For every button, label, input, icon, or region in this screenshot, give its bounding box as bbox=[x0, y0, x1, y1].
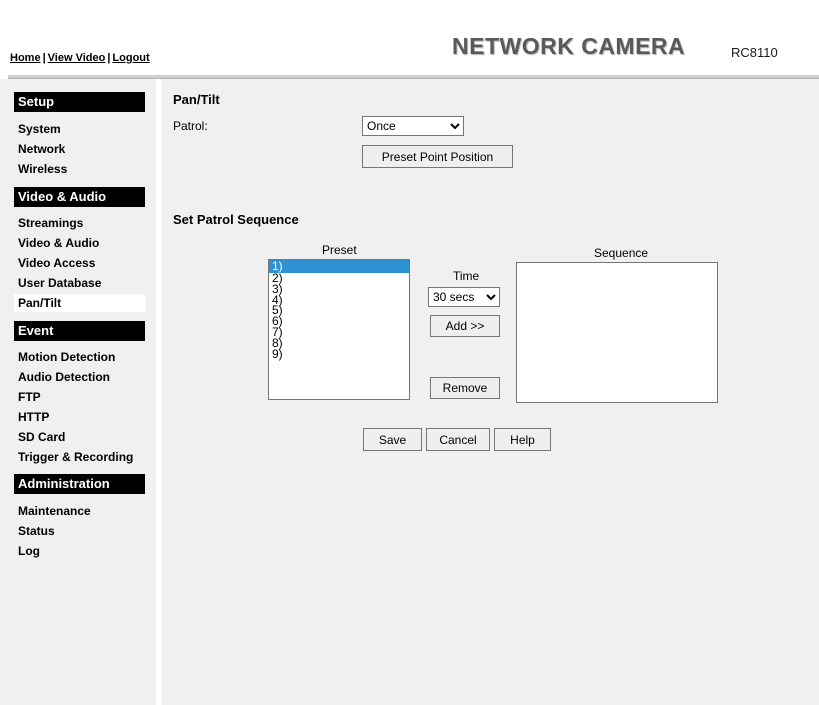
sidebar-item-streamings[interactable]: Streamings bbox=[18, 216, 83, 230]
category-setup: Setup bbox=[14, 92, 145, 112]
sidebar-item-log[interactable]: Log bbox=[18, 544, 40, 558]
page-title: Pan/Tilt bbox=[173, 92, 220, 107]
sidebar-item-network[interactable]: Network bbox=[18, 142, 65, 156]
link-separator: | bbox=[42, 52, 46, 64]
header: Home | View Video | Logout NETWORK CAMERA RC… bbox=[0, 0, 819, 75]
view-video-link[interactable]: View Video bbox=[48, 52, 106, 64]
sidebar-item-maintenance[interactable]: Maintenance bbox=[18, 504, 91, 518]
sidebar-item-system[interactable]: System bbox=[18, 122, 61, 136]
save-button[interactable]: Save bbox=[363, 428, 422, 451]
category-administration: Administration bbox=[14, 474, 145, 494]
preset-option[interactable]: 9) bbox=[269, 348, 409, 360]
add-button[interactable]: Add >> bbox=[430, 315, 500, 337]
time-select[interactable]: 30 secs bbox=[428, 287, 500, 307]
sidebar-item-user-database[interactable]: User Database bbox=[18, 276, 101, 290]
model-name: RC8110 bbox=[731, 45, 778, 60]
sidebar-item-video-access[interactable]: Video Access bbox=[18, 256, 95, 270]
sequence-section-title: Set Patrol Sequence bbox=[173, 212, 299, 227]
preset-listbox[interactable]: 1) 2) 3) 4) 5) 6) 7) 8) 9) bbox=[268, 259, 410, 400]
home-link[interactable]: Home bbox=[10, 52, 41, 64]
preset-option[interactable]: 1) bbox=[269, 260, 409, 273]
sequence-label: Sequence bbox=[594, 246, 649, 260]
sidebar-item-status[interactable]: Status bbox=[18, 524, 55, 538]
preset-option[interactable]: 3) bbox=[269, 283, 409, 295]
sidebar-item-audio-detection[interactable]: Audio Detection bbox=[18, 370, 110, 384]
patrol-label: Patrol: bbox=[173, 119, 208, 133]
sidebar-item-wireless[interactable]: Wireless bbox=[18, 162, 67, 176]
help-button[interactable]: Help bbox=[494, 428, 551, 451]
logout-link[interactable]: Logout bbox=[112, 52, 149, 64]
preset-option[interactable]: 6) bbox=[269, 315, 409, 327]
sidebar-item-motion-detection[interactable]: Motion Detection bbox=[18, 350, 115, 364]
category-video-audio: Video & Audio bbox=[14, 187, 145, 207]
preset-point-position-button[interactable]: Preset Point Position bbox=[362, 145, 513, 168]
sequence-listbox[interactable] bbox=[516, 262, 718, 403]
preset-option[interactable]: 5) bbox=[269, 305, 409, 317]
preset-option[interactable]: 8) bbox=[269, 337, 409, 349]
sidebar-item-pan-tilt[interactable]: Pan/Tilt bbox=[14, 294, 145, 312]
preset-option[interactable]: 4) bbox=[269, 294, 409, 306]
category-event: Event bbox=[14, 321, 145, 341]
sidebar-item-http[interactable]: HTTP bbox=[18, 410, 49, 424]
sidebar-item-sd-card[interactable]: SD Card bbox=[18, 430, 65, 444]
sidebar-item-trigger-recording[interactable]: Trigger & Recording bbox=[18, 450, 133, 464]
time-label: Time bbox=[453, 269, 480, 283]
brand-title: NETWORK CAMERA bbox=[452, 33, 686, 59]
remove-button[interactable]: Remove bbox=[430, 377, 500, 399]
top-links: Home | View Video | Logout bbox=[10, 52, 150, 64]
preset-label: Preset bbox=[322, 243, 357, 257]
preset-option[interactable]: 7) bbox=[269, 326, 409, 338]
sidebar-item-video-audio[interactable]: Video & Audio bbox=[18, 236, 99, 250]
patrol-select[interactable]: Once bbox=[362, 116, 464, 136]
cancel-button[interactable]: Cancel bbox=[426, 428, 490, 451]
sidebar-item-ftp[interactable]: FTP bbox=[18, 390, 41, 404]
preset-option[interactable]: 2) bbox=[269, 272, 409, 284]
